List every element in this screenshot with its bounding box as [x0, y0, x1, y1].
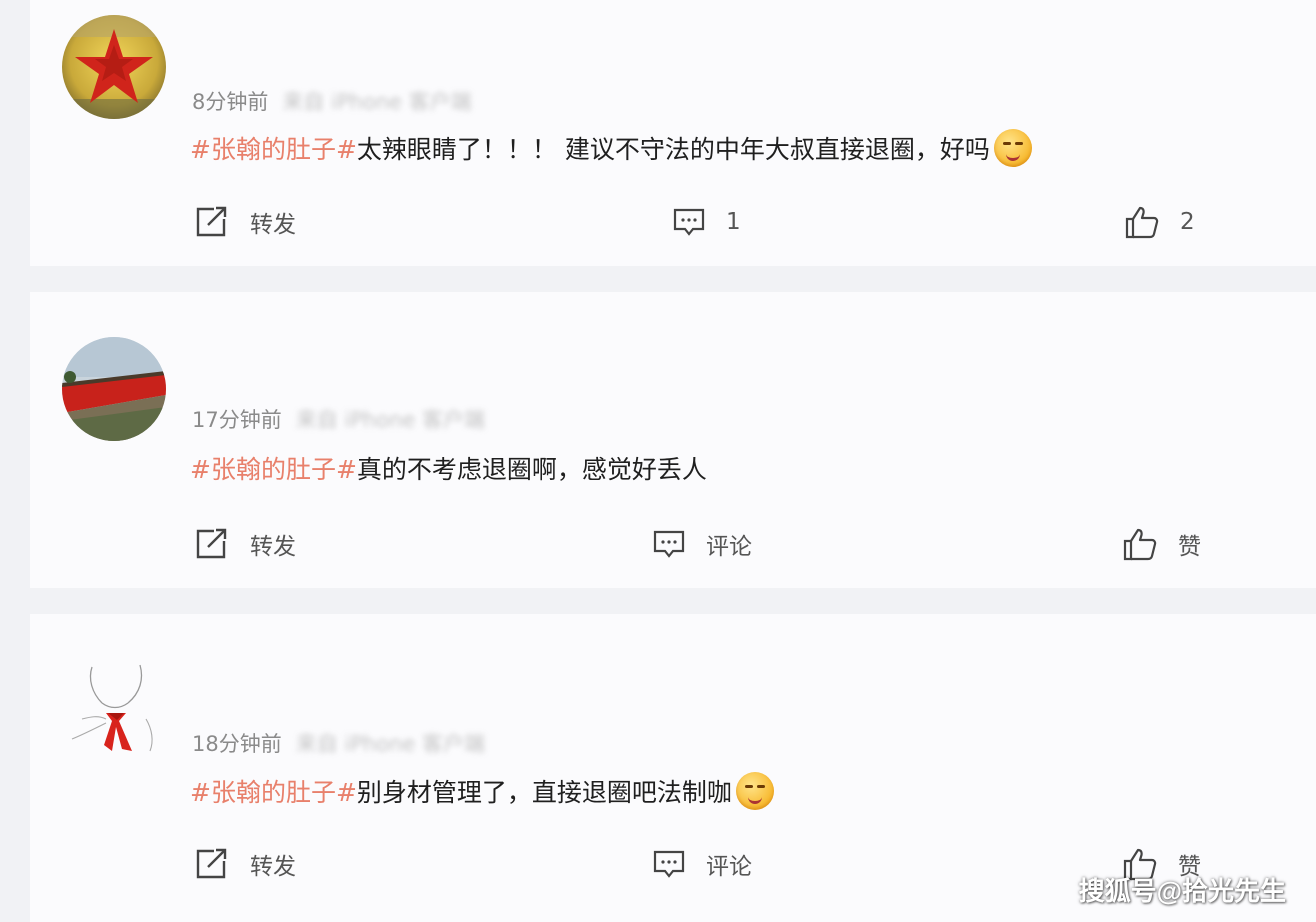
watermark: 搜狐号@拾光先生: [1078, 876, 1286, 906]
comment-icon: [653, 850, 685, 878]
comment-icon: [673, 208, 705, 236]
comment-source: 来自 iPhone 客户端: [295, 408, 485, 432]
thumbs-up-icon: [1125, 206, 1159, 239]
repost-label: 转发: [250, 534, 296, 560]
comment-button[interactable]: 1: [672, 202, 741, 242]
repost-icon: [196, 206, 227, 237]
comment-card: 17分钟前 来自 iPhone 客户端 #张翰的肚子# 真的不考虑退圈啊，感觉好…: [30, 292, 1316, 588]
comment-body: 真的不考虑退圈啊，感觉好丢人: [356, 455, 707, 484]
comment-card: 8分钟前 来自 iPhone 客户端 #张翰的肚子# 太辣眼睛了！！！ 建议不守…: [30, 0, 1316, 266]
hashtag-link[interactable]: #张翰的肚子#: [190, 773, 357, 809]
comment-count: 1: [726, 209, 741, 235]
comment-time: 8分钟前: [192, 90, 269, 114]
avatar[interactable]: [62, 337, 166, 441]
avatar[interactable]: [62, 659, 166, 763]
comment-label: 评论: [706, 534, 752, 560]
like-count: 2: [1180, 209, 1195, 235]
avatar-red-star-image: [62, 15, 166, 119]
avatar-sketch-scarf-image: [62, 659, 166, 763]
comment-time: 17分钟前: [192, 408, 282, 432]
repost-icon: [196, 528, 227, 559]
hashtag-link[interactable]: #张翰的肚子#: [190, 130, 357, 166]
comment-text: #张翰的肚子# 别身材管理了，直接退圈吧法制咖: [190, 772, 774, 810]
comment-button[interactable]: 评论: [652, 524, 752, 564]
comment-text: #张翰的肚子# 太辣眼睛了！！！ 建议不守法的中年大叔直接退圈，好吗: [190, 129, 1032, 167]
comment-body: 太辣眼睛了！！！ 建议不守法的中年大叔直接退圈，好吗: [356, 135, 990, 164]
repost-button[interactable]: 转发: [194, 844, 296, 884]
comment-text: #张翰的肚子# 真的不考虑退圈啊，感觉好丢人: [190, 450, 707, 486]
action-bar: 转发 评论 赞: [30, 524, 1316, 564]
hashtag-link[interactable]: #张翰的肚子#: [190, 450, 357, 486]
comment-source: 来自 iPhone 客户端: [282, 90, 472, 114]
repost-label: 转发: [250, 212, 296, 238]
repost-label: 转发: [250, 854, 296, 880]
comment-icon: [653, 530, 685, 558]
comment-meta: 8分钟前 来自 iPhone 客户端: [192, 86, 472, 116]
like-label: 赞: [1178, 534, 1201, 560]
comment-meta: 18分钟前 来自 iPhone 客户端: [192, 728, 485, 758]
like-button[interactable]: 2: [1124, 202, 1195, 242]
avatar[interactable]: [62, 15, 166, 119]
comment-source: 来自 iPhone 客户端: [295, 732, 485, 756]
comment-body: 别身材管理了，直接退圈吧法制咖: [356, 778, 732, 807]
comment-label: 评论: [706, 854, 752, 880]
smirk-emoji-icon: [735, 772, 774, 810]
comment-button[interactable]: 评论: [652, 844, 752, 884]
thumbs-up-icon: [1123, 528, 1157, 561]
repost-button[interactable]: 转发: [194, 202, 296, 242]
repost-icon: [196, 848, 227, 879]
like-button[interactable]: 赞: [1122, 524, 1201, 564]
repost-button[interactable]: 转发: [194, 524, 296, 564]
comment-time: 18分钟前: [192, 732, 282, 756]
action-bar: 转发 1 2: [30, 202, 1316, 242]
comment-meta: 17分钟前 来自 iPhone 客户端: [192, 404, 485, 434]
avatar-red-wall-image: [62, 337, 166, 441]
smirk-emoji-icon: [993, 129, 1032, 167]
